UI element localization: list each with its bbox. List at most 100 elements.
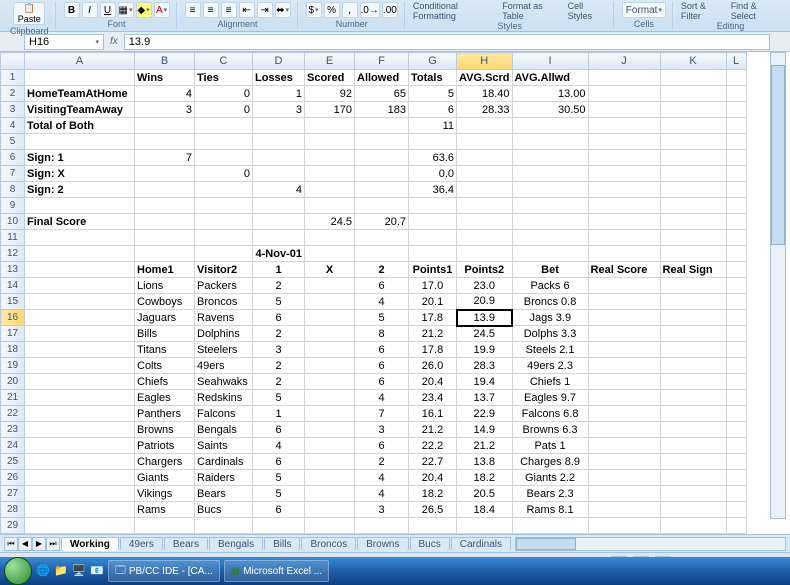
- cell[interactable]: Points1: [409, 262, 457, 278]
- cell[interactable]: [512, 118, 588, 134]
- cell[interactable]: [355, 134, 409, 150]
- cell[interactable]: Browns 6.3: [512, 422, 588, 438]
- cell[interactable]: [660, 486, 726, 502]
- cell[interactable]: [195, 134, 253, 150]
- cell[interactable]: 3: [253, 342, 305, 358]
- cell[interactable]: 5: [355, 310, 409, 326]
- spreadsheet-grid[interactable]: ABCDEFGHIJKL1WinsTiesLossesScoredAllowed…: [0, 52, 790, 534]
- cell[interactable]: 23.4: [409, 390, 457, 406]
- cell[interactable]: [253, 150, 305, 166]
- cell[interactable]: [25, 454, 135, 470]
- cell[interactable]: 3: [253, 102, 305, 118]
- cell[interactable]: 4: [355, 390, 409, 406]
- cell[interactable]: HomeTeamAtHome: [25, 86, 135, 102]
- cell[interactable]: 21.2: [409, 326, 457, 342]
- cell[interactable]: 2: [253, 278, 305, 294]
- cell[interactable]: AVG.Scrd: [457, 70, 513, 86]
- cell[interactable]: [253, 518, 305, 534]
- cell[interactable]: [355, 150, 409, 166]
- cell[interactable]: Bears 2.3: [512, 486, 588, 502]
- cell[interactable]: 8: [355, 326, 409, 342]
- row-header[interactable]: 3: [1, 102, 25, 118]
- cell[interactable]: 2: [253, 358, 305, 374]
- cell[interactable]: [25, 246, 135, 262]
- cell[interactable]: [726, 246, 746, 262]
- sheet-tab[interactable]: Bills: [264, 537, 300, 551]
- row-header[interactable]: 11: [1, 230, 25, 246]
- cell[interactable]: Falcons 6.8: [512, 406, 588, 422]
- row-header[interactable]: 25: [1, 454, 25, 470]
- sort-filter-button[interactable]: Sort & Filter: [681, 1, 725, 21]
- cell[interactable]: 5: [253, 294, 305, 310]
- cell[interactable]: [25, 134, 135, 150]
- cell[interactable]: [726, 294, 746, 310]
- cell[interactable]: [135, 198, 195, 214]
- cell[interactable]: [726, 198, 746, 214]
- cell[interactable]: [409, 134, 457, 150]
- cell[interactable]: 13.7: [457, 390, 513, 406]
- cell[interactable]: [253, 134, 305, 150]
- cell[interactable]: [512, 230, 588, 246]
- cell[interactable]: [726, 438, 746, 454]
- cell[interactable]: [726, 502, 746, 518]
- column-header-K[interactable]: K: [660, 53, 726, 70]
- cell[interactable]: [588, 278, 660, 294]
- cell[interactable]: [195, 182, 253, 198]
- cell[interactable]: Rams 8.1: [512, 502, 588, 518]
- cell[interactable]: [25, 294, 135, 310]
- cell[interactable]: 11: [409, 118, 457, 134]
- cell[interactable]: [726, 278, 746, 294]
- sheet-tab[interactable]: Bucs: [410, 537, 450, 551]
- underline-button[interactable]: U: [100, 2, 116, 18]
- row-header[interactable]: 29: [1, 518, 25, 534]
- cell[interactable]: [726, 214, 746, 230]
- percent-button[interactable]: %: [324, 2, 340, 18]
- cell[interactable]: [355, 198, 409, 214]
- cell[interactable]: [457, 518, 513, 534]
- cell[interactable]: 20.1: [409, 294, 457, 310]
- cell[interactable]: [457, 182, 513, 198]
- cell[interactable]: Steels 2.1: [512, 342, 588, 358]
- cell[interactable]: Real Score: [588, 262, 660, 278]
- cell[interactable]: [457, 166, 513, 182]
- cell[interactable]: [305, 198, 355, 214]
- row-header[interactable]: 23: [1, 422, 25, 438]
- cell[interactable]: 22.7: [409, 454, 457, 470]
- cell[interactable]: [135, 118, 195, 134]
- cell[interactable]: [195, 150, 253, 166]
- row-header[interactable]: 27: [1, 486, 25, 502]
- tray-icon[interactable]: 📧: [90, 564, 104, 578]
- cell[interactable]: 13.00: [512, 86, 588, 102]
- cell[interactable]: Patriots: [135, 438, 195, 454]
- align-center-button[interactable]: ≡: [203, 2, 219, 18]
- column-header-G[interactable]: G: [409, 53, 457, 70]
- cell[interactable]: Giants: [135, 470, 195, 486]
- cell[interactable]: [305, 294, 355, 310]
- start-button[interactable]: [4, 557, 32, 585]
- cell[interactable]: Jags 3.9: [512, 310, 588, 326]
- cell[interactable]: [25, 502, 135, 518]
- cell[interactable]: [25, 406, 135, 422]
- cell[interactable]: [305, 166, 355, 182]
- cell[interactable]: Final Score: [25, 214, 135, 230]
- cell[interactable]: 20.9: [457, 294, 513, 310]
- cell[interactable]: Sign: 1: [25, 150, 135, 166]
- cell[interactable]: [457, 150, 513, 166]
- cell[interactable]: [726, 422, 746, 438]
- cell[interactable]: 20.5: [457, 486, 513, 502]
- cell[interactable]: Broncos: [195, 294, 253, 310]
- cell[interactable]: 6: [355, 374, 409, 390]
- cell[interactable]: [305, 150, 355, 166]
- font-color-button[interactable]: A▾: [154, 2, 170, 18]
- paste-button[interactable]: 📋 Paste: [13, 2, 45, 25]
- row-header[interactable]: 8: [1, 182, 25, 198]
- column-header-I[interactable]: I: [512, 53, 588, 70]
- cell[interactable]: 5: [253, 470, 305, 486]
- tab-prev-button[interactable]: ◀: [18, 537, 32, 551]
- cell[interactable]: 30.50: [512, 102, 588, 118]
- italic-button[interactable]: I: [82, 2, 98, 18]
- cell[interactable]: [588, 198, 660, 214]
- cell[interactable]: Cardinals: [195, 454, 253, 470]
- cell[interactable]: 23.0: [457, 278, 513, 294]
- cell[interactable]: [588, 374, 660, 390]
